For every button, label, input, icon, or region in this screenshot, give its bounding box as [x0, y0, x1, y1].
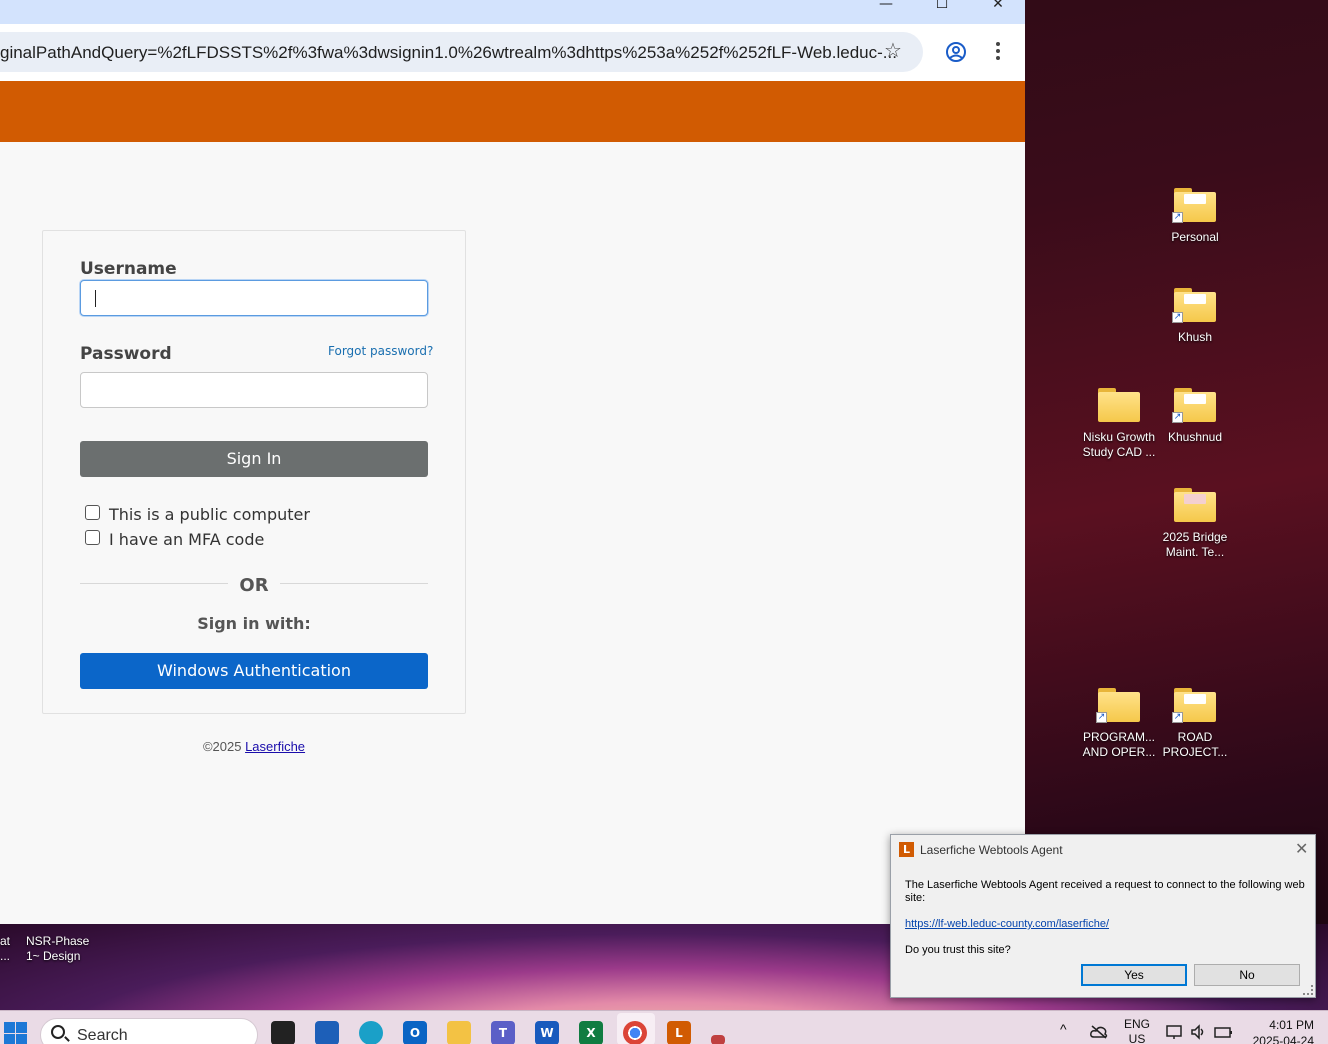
public-computer-label: This is a public computer	[109, 505, 310, 524]
region-code: US	[1128, 1032, 1146, 1044]
page-footer: ©2025 Laserfiche	[0, 739, 508, 754]
address-bar[interactable]: ginalPathAndQuery=%2fLFDSSTS%2f%3fwa%3dw…	[0, 32, 923, 72]
clock-date: 2025-04-24	[1252, 1034, 1314, 1044]
browser-titlebar: — ☐ ✕	[0, 0, 1025, 24]
laserfiche-logo-icon: L	[899, 842, 914, 857]
password-label: Password	[80, 344, 172, 364]
close-button[interactable]: ✕	[978, 0, 1018, 14]
taskbar: Search O T W X L ^ ENG US 4:01 PM 2025-0…	[0, 1010, 1328, 1044]
battery-power-icon[interactable]	[1214, 1024, 1234, 1040]
teams-icon[interactable]: T	[491, 1021, 515, 1044]
desktop-icon-label: PROGRAM... AND OPER...	[1082, 730, 1156, 759]
sign-in-with-heading: Sign in with:	[197, 614, 311, 633]
edge-icon[interactable]	[359, 1021, 383, 1044]
dialog-close-icon[interactable]: ✕	[1295, 839, 1308, 858]
network-icon[interactable]	[1166, 1024, 1184, 1040]
taskbar-search-input[interactable]: Search	[40, 1018, 258, 1044]
minimize-button[interactable]: —	[866, 0, 906, 14]
desktop-icon-nsr-phase[interactable]: NSR-Phase 1~ Design	[26, 934, 89, 964]
store-icon[interactable]	[315, 1021, 339, 1044]
or-separator: OR	[239, 575, 269, 596]
file-explorer-icon[interactable]	[447, 1021, 471, 1044]
login-card: Username Password Forgot password? Sign …	[42, 230, 466, 714]
mfa-code-checkbox[interactable]	[85, 530, 100, 545]
desktop-icon-label: 2025 Bridge Maint. Te...	[1162, 530, 1228, 559]
site-header-bar	[0, 81, 1025, 142]
profile-icon[interactable]	[945, 41, 967, 63]
desktop-icon-khushnud[interactable]: ↗ Khushnud	[1155, 388, 1235, 445]
onedrive-offline-icon[interactable]	[1090, 1025, 1108, 1039]
dialog-title: Laserfiche Webtools Agent	[920, 843, 1063, 857]
bookmark-star-icon[interactable]: ☆	[884, 38, 902, 62]
desktop-icon-khush[interactable]: ↗ Khush	[1155, 288, 1235, 345]
folder-shortcut-icon: ↗	[1172, 688, 1216, 723]
sign-in-button[interactable]: Sign In	[80, 441, 428, 477]
forgot-password-link[interactable]: Forgot password?	[328, 344, 433, 358]
desktop-icon-label: Khushnud	[1167, 430, 1223, 444]
copyright-text: ©2025	[202, 739, 242, 754]
desktop-icon-2025-bridge[interactable]: 2025 Bridge Maint. Te...	[1155, 488, 1235, 560]
yes-button[interactable]: Yes	[1081, 964, 1187, 986]
desktop-icon-label: Khush	[1177, 330, 1213, 344]
clock-time: 4:01 PM	[1269, 1018, 1314, 1032]
laserfiche-link[interactable]: Laserfiche	[245, 739, 305, 754]
desktop-icon-label: Personal	[1171, 230, 1219, 244]
windows-authentication-button[interactable]: Windows Authentication	[80, 653, 428, 689]
dialog-question: Do you trust this site?	[905, 944, 1011, 956]
excel-icon[interactable]: X	[579, 1021, 603, 1044]
folder-shortcut-icon: ↗	[1172, 288, 1216, 323]
public-computer-checkbox[interactable]	[85, 505, 100, 520]
resize-grip-icon[interactable]	[1303, 985, 1313, 995]
folder-shortcut-icon: ↗	[1172, 188, 1216, 223]
system-clock[interactable]: 4:01 PM 2025-04-24	[1244, 1017, 1314, 1044]
folder-shortcut-icon: ↗	[1172, 388, 1216, 423]
start-windows-icon[interactable]	[4, 1022, 28, 1044]
dialog-message: The Laserfiche Webtools Agent received a…	[905, 879, 1305, 904]
divider-right	[280, 583, 428, 584]
search-icon	[51, 1025, 65, 1039]
tray-chevron-icon[interactable]: ^	[1060, 1021, 1067, 1037]
language-code: ENG	[1124, 1017, 1151, 1031]
folder-icon	[1174, 488, 1216, 522]
outlook-icon[interactable]: O	[403, 1021, 427, 1044]
no-button[interactable]: No	[1194, 964, 1300, 986]
maximize-button[interactable]: ☐	[922, 0, 962, 14]
task-view-icon[interactable]	[271, 1021, 295, 1044]
text-caret	[95, 290, 96, 307]
folder-shortcut-icon: ↗	[1096, 688, 1140, 723]
mfa-code-label: I have an MFA code	[109, 530, 265, 549]
desktop-icon-label: ROAD PROJECT...	[1162, 730, 1228, 759]
word-icon[interactable]: W	[535, 1021, 559, 1044]
username-input[interactable]	[80, 280, 428, 316]
desktop-icon-label: Nisku Growth Study CAD ...	[1082, 430, 1156, 459]
dialog-site-link[interactable]: https://lf-web.leduc-county.com/laserfic…	[905, 918, 1109, 930]
browser-toolbar: ginalPathAndQuery=%2fLFDSSTS%2f%3fwa%3dw…	[0, 24, 1025, 81]
desktop-icon-road-project[interactable]: ↗ ROAD PROJECT...	[1155, 688, 1235, 760]
search-placeholder: Search	[77, 1027, 128, 1044]
desktop-icon-partial-1[interactable]: at ...	[0, 934, 10, 964]
laserfiche-app-icon[interactable]: L	[667, 1021, 691, 1044]
desktop-icon-program-and-oper[interactable]: ↗ PROGRAM... AND OPER...	[1079, 688, 1159, 760]
username-label: Username	[80, 259, 177, 279]
volume-icon[interactable]	[1190, 1024, 1208, 1040]
other-app-icon[interactable]	[711, 1035, 725, 1044]
desktop-icon-personal[interactable]: ↗ Personal	[1155, 188, 1235, 245]
folder-icon	[1098, 388, 1140, 422]
language-indicator[interactable]: ENG US	[1124, 1017, 1150, 1044]
chrome-icon[interactable]	[623, 1021, 647, 1044]
password-input[interactable]	[80, 372, 428, 408]
browser-window: — ☐ ✕ ginalPathAndQuery=%2fLFDSSTS%2f%3f…	[0, 0, 1025, 924]
webtools-agent-dialog: L Laserfiche Webtools Agent ✕ The Laserf…	[890, 834, 1316, 998]
menu-kebab-icon[interactable]	[996, 42, 1000, 60]
url-text: ginalPathAndQuery=%2fLFDSSTS%2f%3fwa%3dw…	[0, 43, 897, 62]
desktop-icon-nisku-growth[interactable]: Nisku Growth Study CAD ...	[1079, 388, 1159, 460]
